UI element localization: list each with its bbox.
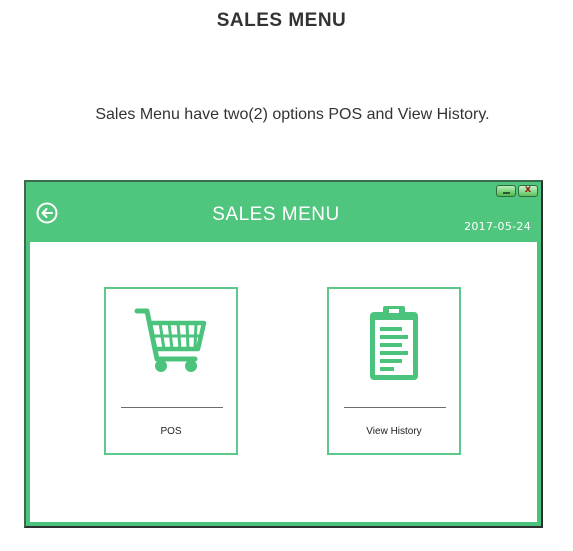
clipboard-list-icon <box>370 306 418 380</box>
close-icon: x <box>524 184 532 195</box>
tile-divider <box>121 407 223 408</box>
minimize-button[interactable] <box>496 185 516 197</box>
pos-label: POS <box>160 426 182 437</box>
window-content: POS View History <box>30 242 537 522</box>
window-controls: x <box>496 184 538 197</box>
sales-menu-window: SALES MENU 2017-05-24 x POS View History <box>24 180 543 528</box>
minimize-icon <box>503 192 510 194</box>
pos-tile[interactable]: POS <box>104 287 238 455</box>
view-history-tile[interactable]: View History <box>327 287 461 455</box>
window-title: SALES MENU <box>212 204 340 225</box>
page-description: Sales Menu have two(2) options POS and V… <box>95 106 490 123</box>
tile-divider <box>344 407 446 408</box>
shopping-cart-icon <box>134 308 207 372</box>
page-title: SALES MENU <box>216 10 347 31</box>
close-button[interactable]: x <box>518 184 538 197</box>
window-date: 2017-05-24 <box>464 220 531 233</box>
view-history-label: View History <box>366 426 422 437</box>
window-titlebar: SALES MENU 2017-05-24 x <box>26 182 541 242</box>
